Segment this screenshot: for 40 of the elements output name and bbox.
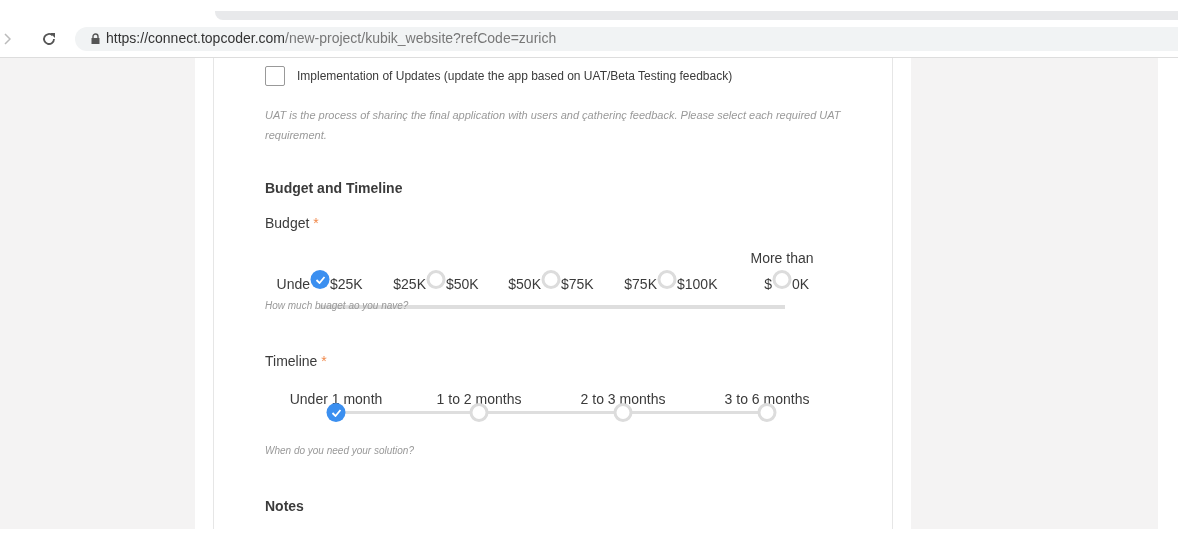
option-label: 2 to 3 months (580, 390, 666, 409)
forward-icon[interactable] (3, 32, 11, 45)
help-text: When do you need your solution? (265, 444, 414, 458)
slider-handle[interactable] (613, 403, 633, 422)
option-label: $100K (677, 275, 718, 294)
option-label: $25K (393, 275, 426, 294)
slider-handle[interactable] (657, 270, 677, 289)
url-text: https://connect.topcoder.com/new-project/kubik_website?refCode=zurich (106, 29, 557, 48)
option-label: 3 to 6 months (724, 390, 810, 409)
option-label: $ (764, 275, 772, 294)
option-label: More than (750, 250, 814, 266)
slider-handle[interactable] (541, 270, 561, 289)
option-label: 1 to 2 months (436, 390, 522, 409)
lock-icon (91, 33, 100, 44)
option-label: Under 1 month (289, 390, 383, 409)
checkbox[interactable] (265, 66, 285, 86)
slider-handle[interactable] (469, 403, 489, 422)
option-label: 0K (792, 275, 810, 294)
selected-handle[interactable] (310, 270, 330, 289)
reload-icon[interactable] (41, 30, 57, 47)
option-label: $50K (508, 275, 541, 294)
slider-handle[interactable] (757, 403, 777, 422)
option-label: $75K (624, 275, 657, 294)
option-label: Unde (276, 275, 310, 294)
address-bar[interactable]: https://connect.topcoder.com/new-project/kubik_website?refCode=zurich (75, 26, 1178, 51)
help-text: How much buaget ao you nave? (265, 299, 409, 313)
slider-handle[interactable] (772, 270, 792, 289)
option-label: $25K (330, 275, 363, 294)
check-icon (331, 408, 341, 417)
option-label: $75K (561, 275, 594, 294)
check-icon (315, 275, 325, 284)
field-label: Timeline * (265, 352, 327, 371)
checkbox-label: Implementation of Updates (update the app based on UAT/Beta Testing feedback) (297, 68, 733, 85)
section-title: Notes (265, 497, 304, 516)
help-text: UAT is the process of sharinç the final application with users and çatherinç feedback. Please select each required UAT requirement. (265, 108, 842, 143)
selected-handle[interactable] (326, 403, 346, 422)
section-title: Budget and Timeline (265, 179, 403, 198)
slider-handle[interactable] (426, 270, 446, 289)
option-label: $50K (446, 275, 479, 294)
field-label: Budget * (265, 214, 319, 233)
